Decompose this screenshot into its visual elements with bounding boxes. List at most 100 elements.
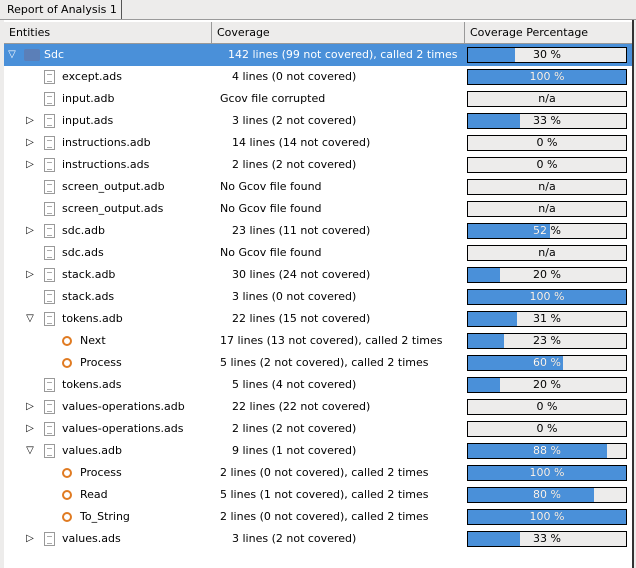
table-row[interactable]: ▷ input.ads 3 lines (2 not covered) 33 %33 … (4, 110, 632, 132)
column-entities[interactable]: Entities (4, 22, 212, 43)
entity-name: Process (80, 466, 122, 479)
expander-collapsed-icon[interactable]: ▷ (24, 396, 36, 418)
tab-report[interactable]: Report of Analysis 1 (3, 0, 122, 19)
file-icon (44, 158, 55, 172)
expander-collapsed-icon[interactable]: ▷ (24, 418, 36, 440)
subprogram-icon (62, 490, 72, 500)
column-header: Entities Coverage Coverage Percentage (4, 22, 632, 44)
file-icon (44, 532, 55, 546)
coverage-text: 23 lines (11 not covered) (232, 224, 371, 237)
coverage-text: 5 lines (1 not covered), called 2 times (220, 488, 429, 501)
table-row[interactable]: screen_output.ads No Gcov file found n/an/… (4, 198, 632, 220)
file-icon (44, 70, 55, 84)
coverage-percent-label: 0 % (536, 158, 558, 171)
coverage-percent-label-overlay: 20 % (468, 268, 500, 282)
table-row[interactable]: tokens.ads 5 lines (4 not covered) 20 %20 … (4, 374, 632, 396)
file-icon (44, 202, 55, 216)
file-icon (44, 224, 55, 238)
coverage-percent-label-overlay: 88 % (533, 444, 561, 457)
table-row[interactable]: ▷ values.ads 3 lines (2 not covered) 33 %33… (4, 528, 632, 550)
coverage-percent-label-overlay: 30 % (468, 48, 515, 62)
coverage-bar: n/an/a (467, 245, 627, 261)
file-icon (44, 290, 55, 304)
table-row[interactable]: ▷ instructions.adb 14 lines (14 not covere… (4, 132, 632, 154)
coverage-percent-label: 0 % (536, 422, 558, 435)
coverage-bar: n/an/a (467, 201, 627, 217)
entity-name: To_String (80, 510, 130, 523)
coverage-text: 14 lines (14 not covered) (232, 136, 371, 149)
table-row[interactable]: Read 5 lines (1 not covered), called 2 ti… (4, 484, 632, 506)
coverage-bar: 88 % 88 % (467, 443, 627, 459)
coverage-text: 142 lines (99 not covered), called 2 tim… (228, 48, 458, 61)
table-row[interactable]: To_String 2 lines (0 not covered), called… (4, 506, 632, 528)
coverage-percent-label-overlay: 100 % (529, 510, 565, 523)
coverage-percent-label-overlay: 100 % (529, 466, 565, 479)
entity-name: values-operations.ads (62, 422, 184, 435)
table-row[interactable]: ▽ tokens.adb 22 lines (15 not covered) 31 %… (4, 308, 632, 330)
table-row[interactable]: input.adb Gcov file corrupted n/an/a (4, 88, 632, 110)
table-row[interactable]: except.ads 4 lines (0 not covered) 100 % 10… (4, 66, 632, 88)
table-row[interactable]: screen_output.adb No Gcov file found n/an/… (4, 176, 632, 198)
coverage-bar: 100 % 100 % (467, 289, 627, 305)
table-row[interactable]: Process 2 lines (0 not covered), called 2… (4, 462, 632, 484)
table-row[interactable]: ▷ stack.adb 30 lines (24 not covered) 20 %2… (4, 264, 632, 286)
entity-name: except.ads (62, 70, 122, 83)
entity-name: sdc.ads (62, 246, 104, 259)
coverage-percent-label: n/a (538, 202, 556, 215)
subprogram-icon (62, 512, 72, 522)
entity-name: screen_output.adb (62, 180, 165, 193)
coverage-percent-label-overlay: 33 % (468, 114, 520, 128)
table-row[interactable]: ▷ values-operations.ads 2 lines (2 not cov… (4, 418, 632, 440)
table-row[interactable]: ▽ values.adb 9 lines (1 not covered) 88 % 88… (4, 440, 632, 462)
entity-name: screen_output.ads (62, 202, 164, 215)
expander-collapsed-icon[interactable]: ▷ (24, 110, 36, 132)
table-row[interactable]: ▷ instructions.ads 2 lines (2 not covered)… (4, 154, 632, 176)
table-row[interactable]: sdc.ads No Gcov file found n/an/a (4, 242, 632, 264)
coverage-percent-label-overlay: 20 % (468, 378, 500, 392)
table-row[interactable]: ▷ sdc.adb 23 lines (11 not covered) 52 % 52 … (4, 220, 632, 242)
table-row[interactable]: Process 5 lines (2 not covered), called 2… (4, 352, 632, 374)
coverage-text: 2 lines (0 not covered), called 2 times (220, 466, 429, 479)
coverage-text: No Gcov file found (220, 246, 322, 259)
coverage-text: 22 lines (22 not covered) (232, 400, 371, 413)
entity-name: stack.adb (62, 268, 116, 281)
table-row[interactable]: stack.ads 3 lines (0 not covered) 100 % 100… (4, 286, 632, 308)
entity-name: values.adb (62, 444, 122, 457)
coverage-percent-label-overlay: 100 % (529, 70, 565, 83)
coverage-text: 4 lines (0 not covered) (232, 70, 357, 83)
expander-collapsed-icon[interactable]: ▷ (24, 528, 36, 550)
table-row[interactable]: ▷ values-operations.adb 22 lines (22 not c… (4, 396, 632, 418)
coverage-bar: 60 % 60 % (467, 355, 627, 371)
expander-expanded-icon[interactable]: ▽ (24, 308, 36, 330)
entity-name: tokens.ads (62, 378, 122, 391)
table-row[interactable]: ▽ Sdc 142 lines (99 not covered), called 2… (4, 44, 632, 66)
subprogram-icon (62, 358, 72, 368)
coverage-text: 2 lines (2 not covered) (232, 422, 357, 435)
coverage-percent-label: n/a (538, 246, 556, 259)
coverage-percent-label: n/a (538, 92, 556, 105)
coverage-text: No Gcov file found (220, 202, 322, 215)
coverage-text: 2 lines (2 not covered) (232, 158, 357, 171)
file-icon (44, 268, 55, 282)
coverage-bar: 80 % 80 % (467, 487, 627, 503)
table-row[interactable]: Next 17 lines (13 not covered), called 2 … (4, 330, 632, 352)
coverage-bar: 33 %33 % (467, 531, 627, 547)
column-coverage-percentage[interactable]: Coverage Percentage (465, 22, 630, 43)
coverage-bar: 100 % 100 % (467, 69, 627, 85)
expander-collapsed-icon[interactable]: ▷ (24, 132, 36, 154)
file-icon (44, 422, 55, 436)
expander-expanded-icon[interactable]: ▽ (6, 44, 18, 66)
expander-expanded-icon[interactable]: ▽ (24, 440, 36, 462)
coverage-bar: 52 %52 % (467, 223, 627, 239)
column-coverage[interactable]: Coverage (212, 22, 465, 43)
expander-collapsed-icon[interactable]: ▷ (24, 154, 36, 176)
entity-name: Next (80, 334, 106, 347)
file-icon (44, 180, 55, 194)
file-icon (44, 378, 55, 392)
coverage-report-tree: Entities Coverage Coverage Percentage ▽ S… (4, 20, 634, 568)
file-icon (44, 444, 55, 458)
expander-collapsed-icon[interactable]: ▷ (24, 220, 36, 242)
file-icon (44, 312, 55, 326)
entity-name: Process (80, 356, 122, 369)
expander-collapsed-icon[interactable]: ▷ (24, 264, 36, 286)
